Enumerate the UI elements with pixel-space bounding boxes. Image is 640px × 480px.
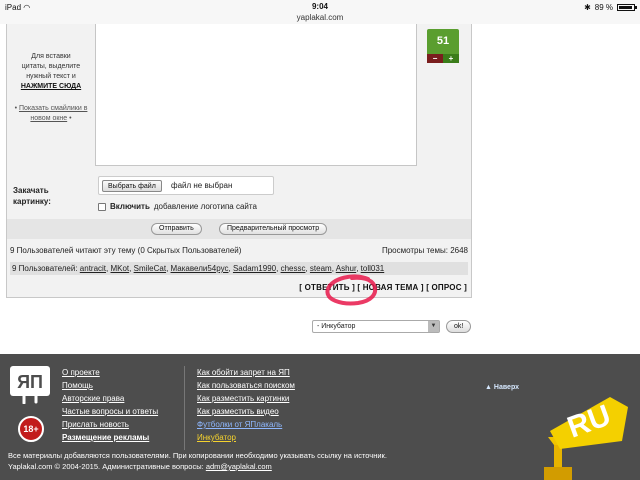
svg-text:ЯП: ЯП: [17, 372, 43, 392]
rating-value: 51: [427, 29, 459, 54]
rating-minus-button[interactable]: −: [427, 54, 443, 63]
readers-count: 9 Пользователей читают эту тему (0 Скрыт…: [10, 246, 242, 255]
user-link[interactable]: Макавели54рус: [171, 264, 229, 273]
bullet-icon: •: [69, 115, 72, 122]
forum-jump-ok-button[interactable]: ok!: [446, 320, 472, 333]
footer-link-copyright[interactable]: Авторские права: [62, 392, 158, 405]
file-input: Выбрать файл файл не выбран: [98, 176, 274, 195]
users-prefix: 9 Пользователей:: [12, 264, 78, 273]
logo-checkbox-row[interactable]: Включить добавление логотипа сайта: [98, 202, 257, 211]
forum-jump-select[interactable]: - Инкубатор ▼: [312, 320, 440, 333]
quote-hint: Для вставки цитаты, выделите нужный текс…: [20, 53, 82, 90]
image-upload-row: Закачать картинку: Выбрать файл файл не …: [7, 174, 471, 214]
site-footer: ЯП 18+ О проекте Помощь Авторские права …: [0, 354, 640, 480]
footer-link-ads[interactable]: Размещение рекламы: [62, 431, 158, 444]
footer-link-tshirts[interactable]: Футболки от ЯПлакаль: [197, 418, 295, 431]
user-link[interactable]: chessc: [281, 264, 306, 273]
admin-email-link[interactable]: adm@yaplakal.com: [206, 462, 272, 471]
logo-checkbox[interactable]: [98, 202, 106, 211]
footer-link-post-video[interactable]: Как разместить видео: [197, 405, 295, 418]
user-link[interactable]: steam: [310, 264, 332, 273]
logo-checkbox-label: добавление логотипа сайта: [153, 202, 257, 211]
highlight-circle-annotation: [325, 274, 378, 306]
footer-link-about[interactable]: О проекте: [62, 366, 158, 379]
quote-link[interactable]: НАЖМИТЕ СЮДА: [21, 83, 81, 90]
battery-percent: 89 %: [594, 3, 613, 12]
bullet-icon: •: [14, 105, 18, 112]
user-link[interactable]: antracit: [80, 264, 106, 273]
user-link[interactable]: MKot: [110, 264, 129, 273]
file-status: файл не выбран: [171, 181, 233, 190]
user-link[interactable]: Ashur: [336, 264, 356, 273]
footer-divider: [184, 366, 185, 450]
rating-widget: 51 − +: [427, 29, 459, 63]
send-button[interactable]: Отправить: [151, 223, 202, 235]
address-bar[interactable]: yaplakal.com: [0, 13, 640, 22]
user-link[interactable]: toll031: [361, 264, 385, 273]
footer-link-post-images[interactable]: Как разместить картинки: [197, 392, 295, 405]
online-users-list: 9 Пользователей: antracit, MKot, SmileCa…: [10, 262, 468, 275]
ios-status-bar: iPad ◠ 9:04 yaplakal.com ✱ 89 %: [0, 0, 640, 24]
chevron-down-icon: ▼: [428, 321, 439, 332]
logo-checkbox-bold-label: Включить: [110, 202, 150, 211]
user-link[interactable]: SmileCat: [134, 264, 166, 273]
back-to-top-link[interactable]: ▲ Наверх: [485, 384, 519, 391]
smiles-link[interactable]: • Показать смайлики в новом окне •: [13, 104, 89, 124]
footer-links-primary: О проекте Помощь Авторские права Частые …: [62, 366, 158, 444]
footer-links-secondary: Как обойти запрет на ЯП Как пользоваться…: [197, 366, 295, 444]
runet-award-logo: RU: [544, 397, 628, 480]
poll-button[interactable]: [ ОПРОС ]: [426, 283, 467, 292]
footer-link-faq[interactable]: Частые вопросы и ответы: [62, 405, 158, 418]
submit-row: Отправить Предварительный просмотр: [7, 219, 471, 239]
views-counter: Просмотры темы: 2648: [381, 246, 468, 255]
reply-form-panel: Для вставки цитаты, выделите нужный текс…: [6, 24, 472, 306]
preview-button[interactable]: Предварительный просмотр: [219, 223, 328, 235]
footer-link-bypass-ban[interactable]: Как обойти запрет на ЯП: [197, 366, 295, 379]
arrow-up-icon: ▲: [485, 384, 492, 391]
upload-label: Закачать картинку:: [13, 186, 51, 206]
yaplakal-logo-icon[interactable]: ЯП: [10, 366, 50, 404]
topic-readers: 9 Пользователей читают эту тему (0 Скрыт…: [10, 246, 468, 258]
footer-link-search-help[interactable]: Как пользоваться поиском: [197, 379, 295, 392]
clock: 9:04: [311, 2, 328, 11]
footer-link-incubator[interactable]: Инкубатор: [197, 431, 295, 444]
rating-plus-button[interactable]: +: [443, 54, 459, 63]
age-restriction-badge: 18+: [18, 416, 44, 442]
battery-icon: [617, 4, 637, 11]
message-textarea[interactable]: [95, 24, 417, 166]
bluetooth-icon: ✱: [584, 3, 591, 12]
footer-link-send-news[interactable]: Прислать новость: [62, 418, 158, 431]
footer-link-help[interactable]: Помощь: [62, 379, 158, 392]
choose-file-button[interactable]: Выбрать файл: [102, 180, 162, 192]
reply-sidebar: Для вставки цитаты, выделите нужный текс…: [7, 24, 95, 174]
copyright-notice: Все материалы добавляются пользователями…: [8, 451, 387, 471]
user-link[interactable]: Sadam1990: [233, 264, 276, 273]
